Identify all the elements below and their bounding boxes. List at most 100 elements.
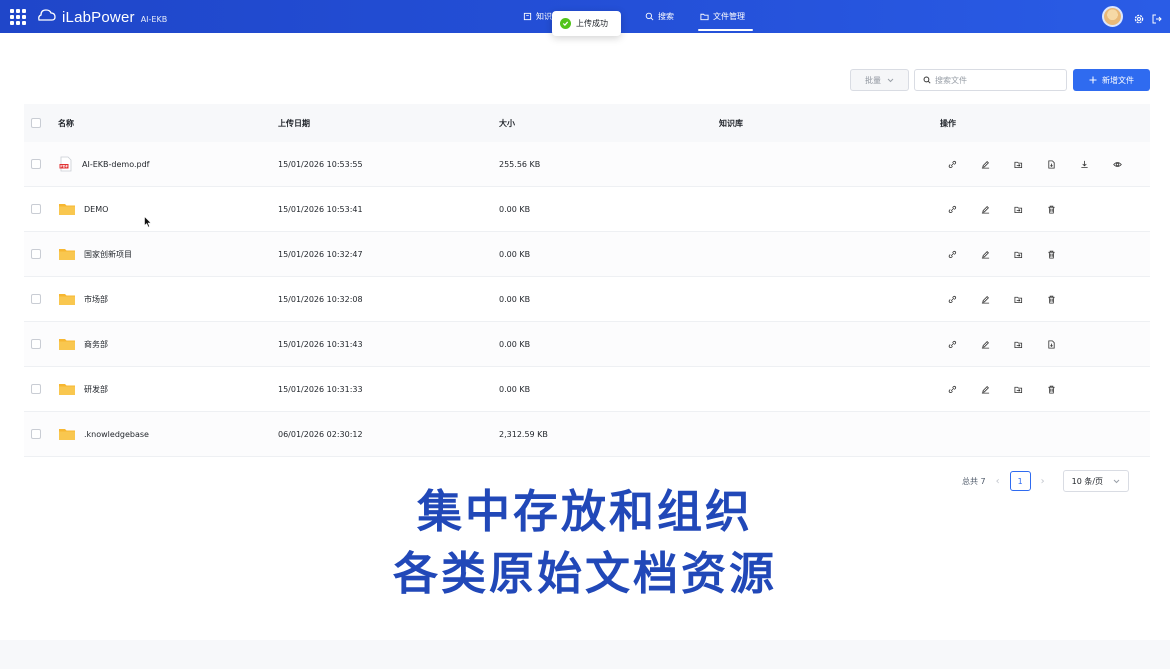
table-row[interactable]: .knowledgebase 06/01/2026 02:30:12 2,312.5… bbox=[24, 412, 1150, 457]
file-name-link[interactable]: DEMO bbox=[84, 205, 108, 214]
column-header-actions: 操作 bbox=[940, 118, 956, 128]
svg-text:PDF: PDF bbox=[60, 165, 68, 169]
file-name-link[interactable]: .knowledgebase bbox=[84, 430, 149, 439]
row-checkbox[interactable] bbox=[31, 204, 41, 214]
new-file-button[interactable]: 新增文件 bbox=[1073, 69, 1150, 91]
cell-upload-date: 15/01/2026 10:31:43 bbox=[278, 339, 363, 349]
nav-file-management-label: 文件管理 bbox=[713, 12, 745, 21]
folder-icon bbox=[59, 204, 75, 215]
bottom-strip bbox=[0, 640, 1170, 669]
folder-icon bbox=[59, 339, 75, 350]
share-link-icon[interactable] bbox=[948, 247, 981, 261]
edit-icon[interactable] bbox=[981, 382, 1014, 396]
column-header-size: 大小 bbox=[499, 118, 515, 128]
table-header: 名称 上传日期 大小 知识库 操作 bbox=[24, 104, 1150, 142]
share-link-icon[interactable] bbox=[948, 202, 981, 216]
caption-line-2: 各类原始文档资源 bbox=[392, 547, 777, 600]
chevron-down-icon bbox=[887, 78, 894, 82]
edit-icon[interactable] bbox=[981, 292, 1014, 306]
toast-message: 上传成功 bbox=[576, 19, 608, 28]
cell-upload-date: 15/01/2026 10:31:33 bbox=[278, 384, 363, 394]
archive-icon[interactable] bbox=[1047, 337, 1080, 351]
book-icon bbox=[523, 12, 532, 21]
download-icon[interactable] bbox=[1080, 157, 1113, 171]
nav-search[interactable]: 搜索 bbox=[645, 0, 674, 33]
move-icon[interactable] bbox=[1014, 202, 1047, 216]
column-header-knowledge-base: 知识库 bbox=[719, 118, 743, 128]
row-actions bbox=[948, 292, 1080, 306]
cell-name: 国家创新项目 bbox=[58, 247, 132, 261]
share-link-icon[interactable] bbox=[948, 157, 981, 171]
share-link-icon[interactable] bbox=[948, 292, 981, 306]
table-row[interactable]: 研发部 15/01/2026 10:31:33 0.00 KB bbox=[24, 367, 1150, 412]
table-row[interactable]: PDF AI-EKB-demo.pdf 15/01/2026 10:53:55 255… bbox=[24, 142, 1150, 187]
select-all-checkbox[interactable] bbox=[31, 118, 41, 128]
preview-eye-icon[interactable] bbox=[1113, 157, 1146, 171]
brand[interactable]: iLabPower AI-EKB bbox=[37, 7, 167, 26]
upload-success-toast: 上传成功 bbox=[552, 11, 621, 36]
folder-icon bbox=[59, 384, 75, 395]
new-file-label: 新增文件 bbox=[1102, 75, 1134, 85]
row-checkbox[interactable] bbox=[31, 249, 41, 259]
search-icon bbox=[923, 76, 931, 84]
pdf-file-icon: PDF bbox=[59, 156, 72, 172]
archive-icon[interactable] bbox=[1047, 157, 1080, 171]
file-name-link[interactable]: AI-EKB-demo.pdf bbox=[82, 160, 149, 169]
move-icon[interactable] bbox=[1014, 157, 1047, 171]
row-checkbox[interactable] bbox=[31, 294, 41, 304]
edit-icon[interactable] bbox=[981, 157, 1014, 171]
row-checkbox[interactable] bbox=[31, 384, 41, 394]
logout-icon[interactable] bbox=[1151, 10, 1163, 24]
row-actions bbox=[948, 337, 1080, 351]
delete-icon[interactable] bbox=[1047, 247, 1080, 261]
row-actions bbox=[948, 247, 1080, 261]
edit-icon[interactable] bbox=[981, 337, 1014, 351]
file-search-field[interactable] bbox=[914, 69, 1067, 91]
table-row[interactable]: 商务部 15/01/2026 10:31:43 0.00 KB bbox=[24, 322, 1150, 367]
cell-upload-date: 15/01/2026 10:32:47 bbox=[278, 249, 363, 259]
folder-icon bbox=[59, 429, 75, 440]
nav-search-label: 搜索 bbox=[658, 12, 674, 21]
share-link-icon[interactable] bbox=[948, 382, 981, 396]
move-icon[interactable] bbox=[1014, 292, 1047, 306]
file-name-link[interactable]: 市场部 bbox=[84, 294, 108, 305]
nav-knowledge[interactable]: 知识 bbox=[523, 0, 552, 33]
cell-size: 0.00 KB bbox=[499, 384, 531, 394]
move-icon[interactable] bbox=[1014, 337, 1047, 351]
batch-dropdown[interactable]: 批量 bbox=[850, 69, 909, 91]
user-avatar[interactable] bbox=[1102, 6, 1123, 27]
plus-icon bbox=[1089, 76, 1097, 84]
column-header-name: 名称 bbox=[58, 118, 74, 128]
file-name-link[interactable]: 研发部 bbox=[84, 384, 108, 395]
table-row[interactable]: DEMO 15/01/2026 10:53:41 0.00 KB bbox=[24, 187, 1150, 232]
move-icon[interactable] bbox=[1014, 382, 1047, 396]
cell-size: 0.00 KB bbox=[499, 204, 531, 214]
mouse-cursor-icon bbox=[144, 216, 152, 228]
row-checkbox[interactable] bbox=[31, 339, 41, 349]
cell-upload-date: 15/01/2026 10:53:41 bbox=[278, 204, 363, 214]
share-link-icon[interactable] bbox=[948, 337, 981, 351]
edit-icon[interactable] bbox=[981, 247, 1014, 261]
row-checkbox[interactable] bbox=[31, 429, 41, 439]
cell-name: 研发部 bbox=[58, 382, 108, 396]
delete-icon[interactable] bbox=[1047, 202, 1080, 216]
delete-icon[interactable] bbox=[1047, 292, 1080, 306]
cell-name: 市场部 bbox=[58, 292, 108, 306]
file-name-link[interactable]: 国家创新项目 bbox=[84, 249, 132, 260]
apps-grid-icon[interactable] bbox=[10, 9, 26, 25]
table-row[interactable]: 市场部 15/01/2026 10:32:08 0.00 KB bbox=[24, 277, 1150, 322]
file-name-link[interactable]: 商务部 bbox=[84, 339, 108, 350]
row-actions bbox=[948, 157, 1146, 171]
table-row[interactable]: 国家创新项目 15/01/2026 10:32:47 0.00 KB bbox=[24, 232, 1150, 277]
settings-gear-icon[interactable] bbox=[1133, 10, 1145, 24]
edit-icon[interactable] bbox=[981, 202, 1014, 216]
cell-name: PDF AI-EKB-demo.pdf bbox=[58, 156, 149, 172]
file-search-input[interactable] bbox=[935, 75, 1055, 85]
move-icon[interactable] bbox=[1014, 247, 1047, 261]
batch-label: 批量 bbox=[865, 75, 881, 85]
cell-name: .knowledgebase bbox=[58, 427, 149, 441]
delete-icon[interactable] bbox=[1047, 382, 1080, 396]
row-checkbox[interactable] bbox=[31, 159, 41, 169]
folder-icon bbox=[59, 249, 75, 260]
nav-file-management[interactable]: 文件管理 bbox=[698, 0, 753, 33]
